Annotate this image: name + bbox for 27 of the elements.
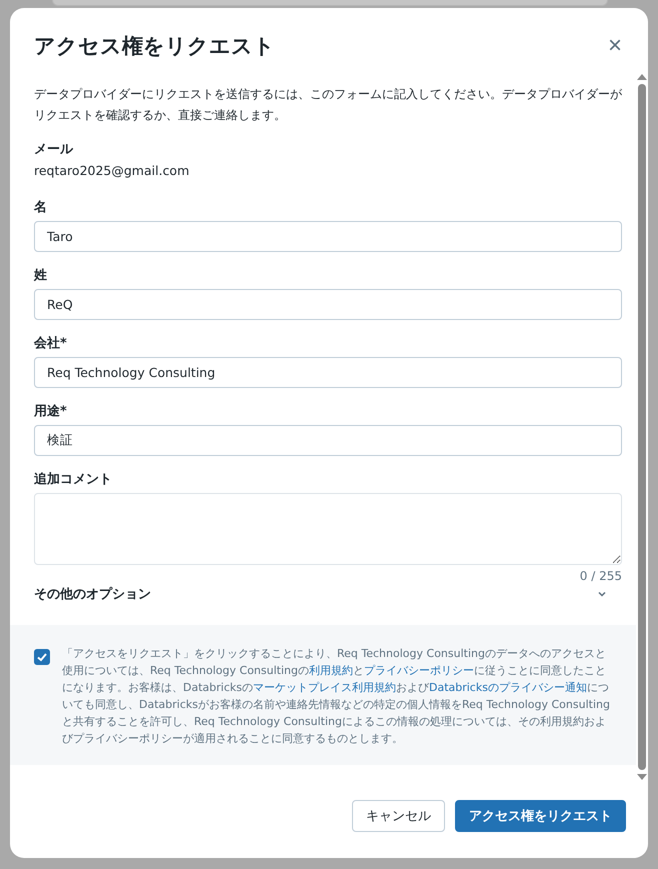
field-label: 姓 bbox=[34, 267, 48, 284]
field-label: 名 bbox=[34, 199, 48, 216]
more-options-label: その他のオプション bbox=[34, 586, 151, 603]
character-counter: 0 / 255 bbox=[578, 569, 622, 583]
field-label: 用途* bbox=[34, 403, 68, 420]
email-value: reqtaro2025@gmail.com bbox=[34, 163, 190, 178]
terms-link[interactable]: プライバシーポリシー bbox=[364, 664, 474, 677]
terms-link[interactable]: Databricksのプライバシー通知 bbox=[428, 681, 587, 694]
intro-text: データプロバイダーにリクエストを送信するには、このフォームに記入してください。データプロバイダーがリクエストを確認するか、直接ご連絡します。 bbox=[34, 86, 622, 124]
consent-checkbox[interactable] bbox=[34, 649, 50, 665]
field-label: メール bbox=[34, 141, 74, 158]
terms-link[interactable]: マーケットプレイス利用規約 bbox=[252, 681, 396, 694]
consent-text: 「アクセスをリクエスト」をクリックすることにより、Req Technology Consultingのデータへのアクセスと使用については、Req Technology Consultingの利用規約 と プライバシーポリシーに従うことに同意したことになります。お客様は、Databricksのマーケットプレイス利用規約およびDatabricksのプライバシー通知についても同意し、Databricksがお客様の名前や連絡先情報などの特定の個人情報をReq Technology Consultingと共有することを許可し、Req Technology Consultingによるこの情報の処理については、その利用規約およびプライバシーポリシーが適用されることに同意するものとします。 bbox=[62, 646, 611, 747]
text-field[interactable]: 検証 bbox=[34, 425, 622, 456]
field-label: 会社* bbox=[34, 335, 68, 352]
request-button[interactable]: アクセス権をリクエスト bbox=[455, 800, 626, 832]
comment-field[interactable] bbox=[34, 493, 622, 565]
field-label: 追加コメント bbox=[34, 471, 113, 488]
cancel-button[interactable]: キャンセル bbox=[352, 800, 445, 832]
text-field[interactable]: Req Technology Consulting bbox=[34, 357, 622, 388]
check-icon bbox=[36, 651, 48, 663]
text-field[interactable]: ReQ bbox=[34, 289, 622, 320]
close-button[interactable]: × bbox=[604, 34, 626, 58]
terms-link[interactable]: 利用規約 bbox=[308, 664, 353, 677]
more-options-toggle[interactable]: その他のオプション bbox=[34, 583, 622, 603]
text-field[interactable]: Taro bbox=[34, 221, 622, 252]
dialog-title: アクセス権をリクエスト bbox=[34, 33, 275, 60]
